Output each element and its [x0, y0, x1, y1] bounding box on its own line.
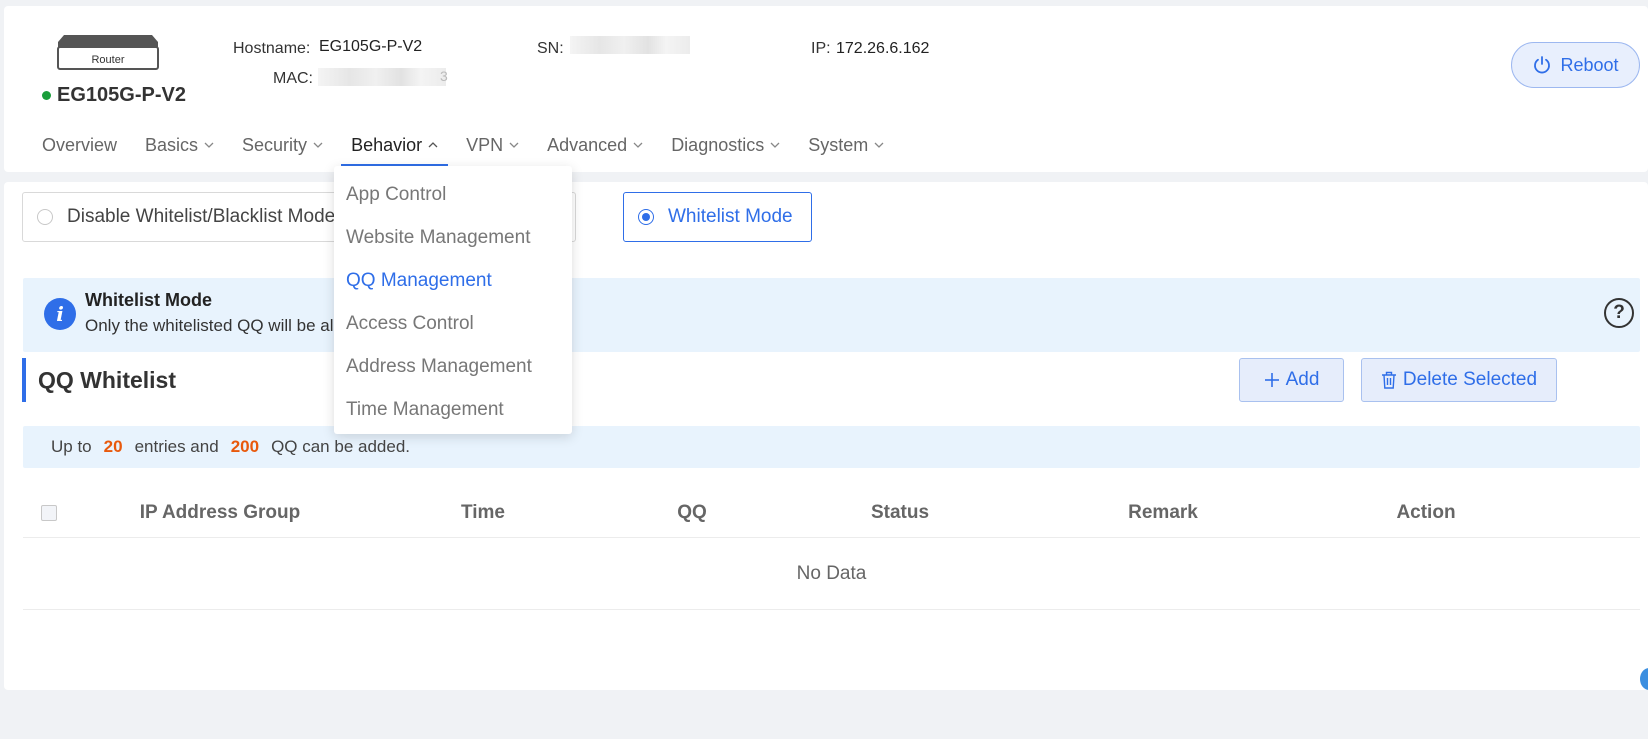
radio-circle-selected [638, 209, 654, 225]
main-nav: Overview Basics Security Behavior VPN Ad… [32, 124, 902, 166]
mac-label: MAC: [273, 70, 313, 87]
info-icon: i [44, 298, 76, 330]
nav-diagnostics[interactable]: Diagnostics [661, 124, 790, 166]
nav-item-label: Behavior [351, 134, 423, 155]
delete-selected-button[interactable]: Delete Selected [1361, 358, 1557, 402]
menu-item-app-control[interactable]: App Control [334, 173, 572, 216]
radio-circle [37, 209, 53, 225]
reboot-label: Reboot [1560, 54, 1619, 75]
menu-item-qq-management[interactable]: QQ Management [334, 259, 572, 302]
mac-value-redacted [318, 68, 446, 86]
nav-overview[interactable]: Overview [32, 124, 127, 166]
column-remark[interactable]: Remark [1128, 488, 1198, 538]
nav-item-label: System [808, 134, 869, 155]
behavior-dropdown-menu: App Control Website Management QQ Manage… [334, 166, 572, 434]
table-empty-state: No Data [23, 538, 1640, 610]
nav-item-label: Basics [145, 134, 199, 155]
ip-value: 172.26.6.162 [836, 40, 930, 57]
add-label: Add [1285, 369, 1320, 390]
add-button[interactable]: Add [1239, 358, 1344, 402]
column-action: Action [1396, 502, 1456, 523]
nav-item-label: Security [242, 134, 308, 155]
nav-vpn[interactable]: VPN [456, 124, 529, 166]
alert-title: Whitelist Mode [85, 290, 212, 310]
menu-item-time-management[interactable]: Time Management [334, 388, 572, 431]
chevron-down-icon [509, 142, 519, 148]
qq-management-panel: Disable Whitelist/Blacklist Mode Whiteli… [4, 182, 1648, 690]
tip-qq-count: 200 [230, 437, 260, 456]
router-icon-label: Router [91, 54, 124, 66]
menu-item-address-management[interactable]: Address Management [334, 345, 572, 388]
hostname-value: EG105G-P-V2 [319, 38, 423, 55]
tip-entries-count: 20 [103, 437, 123, 456]
nav-behavior[interactable]: Behavior [341, 124, 449, 166]
chevron-up-icon [428, 142, 438, 148]
column-qq[interactable]: QQ [677, 488, 707, 538]
section-title: QQ Whitelist [22, 358, 176, 402]
nav-item-label: Advanced [547, 134, 628, 155]
sn-value-redacted [570, 36, 690, 54]
capacity-tip: Up to 20 entries and 200 QQ can be added… [23, 426, 1640, 468]
nav-item-label: Diagnostics [671, 134, 765, 155]
sn-label: SN: [537, 40, 564, 57]
reboot-button[interactable]: Reboot [1511, 42, 1640, 88]
delete-selected-label: Delete Selected [1402, 369, 1538, 390]
empty-text: No Data [796, 562, 867, 584]
chevron-down-icon [633, 142, 643, 148]
power-icon [1534, 56, 1551, 74]
device-header: Router EG105G-P-V2 Hostname: EG105G-P-V2… [4, 6, 1648, 172]
chevron-down-icon [313, 142, 323, 148]
ip-label: IP: [811, 40, 831, 57]
tip-prefix: Up to [51, 437, 92, 456]
chevron-down-icon [874, 142, 884, 148]
chevron-down-icon [204, 142, 214, 148]
nav-item-label: VPN [466, 134, 504, 155]
mac-value-suffix: 3 [440, 68, 448, 84]
alert-text: Only the whitelisted QQ will be all [85, 316, 338, 335]
column-status[interactable]: Status [871, 488, 929, 538]
disable-mode-label: Disable Whitelist/Blacklist Mode [67, 206, 336, 227]
tip-suffix: QQ can be added. [271, 437, 410, 456]
tip-middle: entries and [134, 437, 219, 456]
nav-basics[interactable]: Basics [135, 124, 224, 166]
whitelist-mode-radio[interactable]: Whitelist Mode [623, 192, 812, 242]
whitelist-table-header: IP Address Group Time QQ Status Remark A… [23, 488, 1640, 538]
online-status-dot [42, 91, 51, 100]
trash-icon [1381, 371, 1396, 389]
plus-icon [1264, 373, 1279, 387]
menu-item-website-management[interactable]: Website Management [334, 216, 572, 259]
nav-item-label: Overview [42, 134, 118, 155]
device-name-text: EG105G-P-V2 [57, 84, 186, 106]
whitelist-mode-label: Whitelist Mode [668, 206, 793, 227]
nav-security[interactable]: Security [232, 124, 333, 166]
nav-system[interactable]: System [798, 124, 894, 166]
router-icon: Router [57, 35, 159, 70]
help-icon[interactable]: ? [1604, 298, 1634, 328]
chevron-down-icon [770, 142, 780, 148]
nav-advanced[interactable]: Advanced [537, 124, 653, 166]
column-time[interactable]: Time [461, 488, 505, 538]
column-ip-address-group[interactable]: IP Address Group [140, 488, 300, 538]
menu-item-access-control[interactable]: Access Control [334, 302, 572, 345]
mode-info-alert: i Whitelist Mode Only the whitelisted QQ… [23, 278, 1640, 352]
select-all-checkbox[interactable] [41, 505, 57, 521]
hostname-label: Hostname: [233, 40, 311, 57]
device-name: EG105G-P-V2 [42, 84, 186, 107]
